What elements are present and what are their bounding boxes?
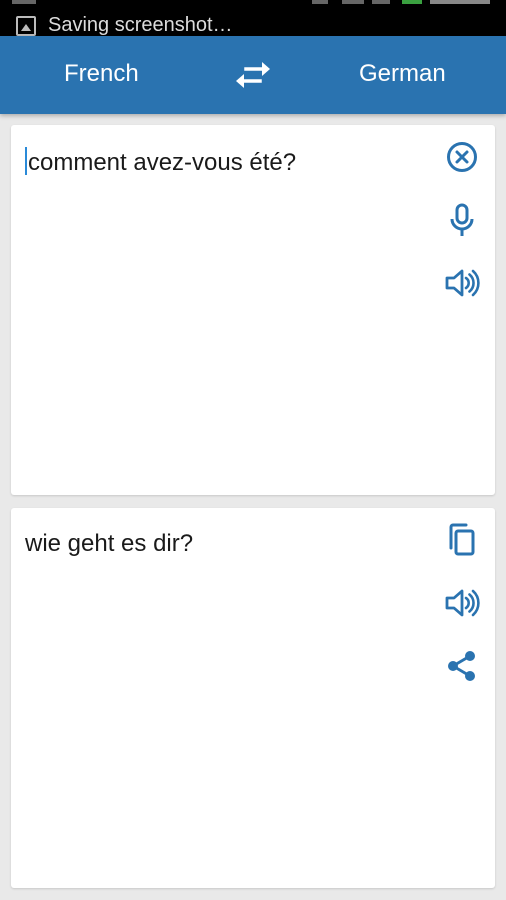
app-bar: French German [0,36,506,114]
translated-text: wie geht es dir? [25,530,194,557]
speaker-icon [445,589,480,617]
source-input-field[interactable]: comment avez-vous été? [25,147,296,177]
clear-icon [447,142,477,172]
microphone-icon [450,203,474,236]
battery-icon [402,0,422,4]
notification-text: Saving screenshot… [48,14,233,36]
source-text: comment avez-vous été? [28,149,297,176]
target-language-button[interactable]: German [359,60,446,88]
image-icon [16,16,36,36]
copy-button[interactable] [444,522,480,558]
swap-arrows-icon [236,62,270,88]
share-button[interactable] [444,648,480,684]
microphone-button[interactable] [444,202,480,238]
copy-icon [449,523,475,556]
status-clipped-icon [372,0,390,4]
status-bar: Saving screenshot… [0,0,506,36]
source-language-button[interactable]: French [64,60,139,88]
clock [430,0,490,4]
status-clipped-icon [12,0,36,4]
speaker-icon [445,269,480,297]
source-input-card[interactable]: comment avez-vous été? [11,125,495,495]
swap-languages-button[interactable] [232,58,274,92]
text-cursor [25,147,27,175]
speak-source-button[interactable] [444,265,480,301]
status-clipped-icon [342,0,364,4]
clear-button[interactable] [444,139,480,175]
speak-translation-button[interactable] [444,585,480,621]
translation-output-card: wie geht es dir? [11,508,495,888]
share-icon [448,651,475,681]
status-clipped-icon [312,0,328,4]
